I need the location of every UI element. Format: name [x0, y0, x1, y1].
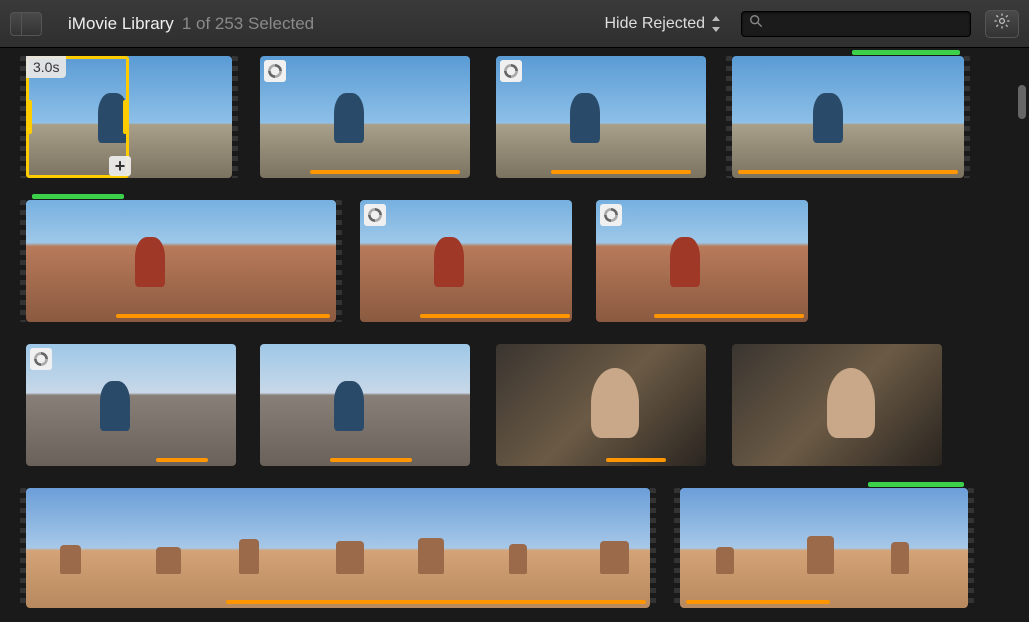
selection-handle-right[interactable] [123, 100, 129, 134]
clip-thumbnail[interactable] [360, 200, 572, 322]
selection-count: 1 of 253 Selected [182, 14, 314, 34]
filmstrip-edge-icon [964, 56, 970, 178]
favorite-marker [868, 482, 964, 487]
gear-icon [993, 12, 1011, 35]
search-input[interactable] [769, 16, 963, 31]
clip-thumbnail[interactable] [260, 56, 470, 178]
clip-thumbnail[interactable] [26, 488, 650, 608]
scrollbar-thumb[interactable] [1018, 85, 1026, 119]
settings-button[interactable] [985, 10, 1019, 38]
loading-spinner-icon [364, 204, 386, 226]
filmstrip-edge-icon [968, 488, 974, 608]
used-marker [310, 170, 460, 174]
used-marker [156, 458, 208, 462]
toolbar: iMovie Library 1 of 253 Selected Hide Re… [0, 0, 1029, 48]
loading-spinner-icon [264, 60, 286, 82]
sidebar-toggle-button[interactable] [10, 12, 42, 36]
clip-thumbnail[interactable] [732, 344, 942, 466]
filmstrip-edge-icon [20, 488, 26, 608]
used-marker [551, 170, 691, 174]
filmstrip-edge-icon [20, 200, 26, 322]
clip-thumbnail[interactable] [260, 344, 470, 466]
clip-thumbnail[interactable] [26, 344, 236, 466]
used-marker [654, 314, 804, 318]
clip-thumbnail[interactable] [496, 56, 706, 178]
favorite-marker [32, 194, 124, 199]
clip-thumbnail[interactable] [680, 488, 968, 608]
filmstrip-edge-icon [232, 56, 238, 178]
clip-thumbnail[interactable] [496, 344, 706, 466]
used-marker [116, 314, 330, 318]
favorite-marker [852, 50, 960, 55]
used-marker [330, 458, 412, 462]
filmstrip-edge-icon [726, 56, 732, 178]
filter-label: Hide Rejected [605, 15, 706, 33]
filmstrip-edge-icon [336, 200, 342, 322]
clip-thumbnail[interactable] [596, 200, 808, 322]
used-marker [606, 458, 666, 462]
chevron-updown-icon [711, 16, 721, 32]
used-marker [738, 170, 958, 174]
used-marker [226, 600, 646, 604]
used-marker [686, 600, 830, 604]
duration-badge: 3.0s [26, 56, 66, 78]
library-title: iMovie Library [68, 14, 174, 34]
selection-handle-left[interactable] [26, 100, 32, 134]
search-icon [749, 14, 763, 33]
loading-spinner-icon [600, 204, 622, 226]
clip-thumbnail[interactable] [26, 200, 336, 322]
filmstrip-edge-icon [674, 488, 680, 608]
used-marker [420, 314, 570, 318]
clip-browser: 3.0s + [0, 48, 1029, 622]
clip-thumbnail[interactable] [732, 56, 964, 178]
add-to-timeline-button[interactable]: + [109, 156, 131, 176]
filmstrip-edge-icon [650, 488, 656, 608]
loading-spinner-icon [30, 348, 52, 370]
search-field[interactable] [741, 11, 971, 37]
filter-dropdown[interactable]: Hide Rejected [599, 11, 728, 37]
library-title-area: iMovie Library 1 of 253 Selected [68, 14, 314, 34]
clip-thumbnail[interactable]: 3.0s + [26, 56, 232, 178]
loading-spinner-icon [500, 60, 522, 82]
